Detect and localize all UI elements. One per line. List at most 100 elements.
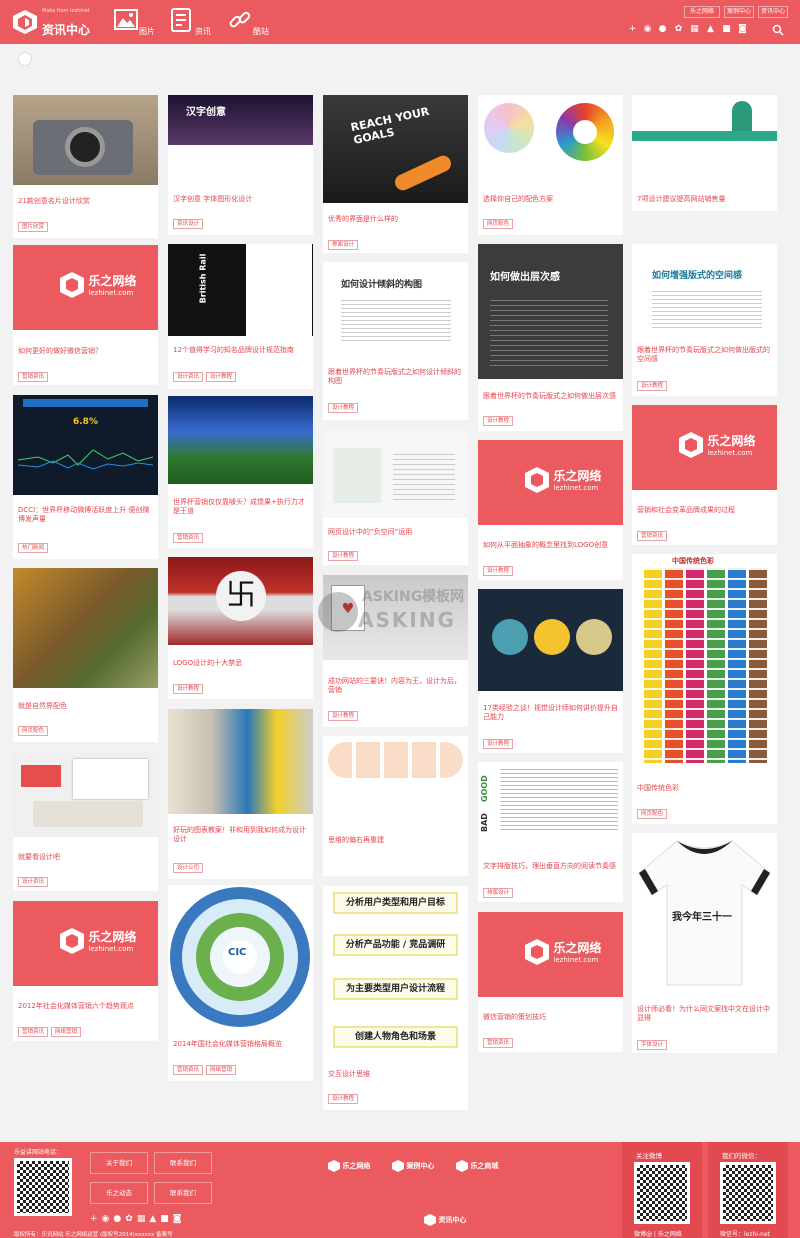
- card-tag[interactable]: 营销资讯: [637, 531, 668, 541]
- card-title[interactable]: 思维的偏右再重建: [328, 836, 464, 845]
- card-title[interactable]: 2012年社会化媒体营销六个趋势观点: [18, 1002, 154, 1011]
- card-title[interactable]: 微信营销的策划技巧: [483, 1013, 619, 1022]
- card-tag[interactable]: 设计资讯: [18, 877, 49, 887]
- card-tag[interactable]: 设计教程: [483, 739, 514, 749]
- card-title[interactable]: 17类经验之谈！视觉设计师如何讲价提升自己能力: [483, 704, 619, 722]
- card-tag[interactable]: 网页配色: [637, 809, 668, 819]
- card-title[interactable]: 设计师必看！为什么同文案找中文在设计中显得: [637, 1005, 773, 1023]
- card-14[interactable]: 乐之网络 lezhinet.com 如何从平面抽象的概念里找到LOGO创意 设计…: [478, 440, 623, 580]
- card-title[interactable]: 营销和社会变革品牌成果的过程: [637, 506, 773, 515]
- nav-sites[interactable]: 酷站: [228, 6, 276, 38]
- search-icon[interactable]: [772, 24, 784, 36]
- card-title[interactable]: 文字排版技巧，理出垂直方向的阅读节奏感: [483, 862, 619, 871]
- footer-link-about[interactable]: 关于我们: [90, 1152, 148, 1174]
- card-1[interactable]: 21款创意名片设计欣赏 图片欣赏: [13, 95, 158, 238]
- card-title[interactable]: 网页设计中的“负空间”运用: [328, 528, 464, 537]
- nav-news[interactable]: 资讯: [170, 6, 218, 38]
- card-title[interactable]: DCCI：世界杯移动微博活跃度上升 便创微博发声量: [18, 506, 154, 524]
- card-tag[interactable]: 设计教程: [173, 684, 204, 694]
- triangle-icon[interactable]: ▲: [149, 1214, 160, 1224]
- card-title[interactable]: 7项设计建议提高网站销售量: [637, 195, 773, 204]
- card-tag[interactable]: 字体设计: [637, 1040, 668, 1050]
- card-tag[interactable]: 网页配色: [483, 219, 514, 229]
- card-3[interactable]: REACH YOUR GOALS 优秀的界面是什么样的 界面设计: [323, 95, 468, 253]
- card-12[interactable]: 世界杯营销仅仅靠噱头？成馈果+执行力才是王道 营销资讯: [168, 396, 313, 548]
- grid-toggle-icon[interactable]: [18, 52, 32, 66]
- footer-brand-center[interactable]: 资讯中心: [424, 1214, 466, 1226]
- grid-icon[interactable]: ▦: [689, 24, 700, 35]
- card-19[interactable]: 17类经验之谈！视觉设计师如何讲价提升自己能力 设计教程: [478, 589, 623, 753]
- flower-icon[interactable]: ✿: [125, 1214, 137, 1224]
- card-title[interactable]: 12个值得学习的知名品牌设计规范指南: [173, 346, 309, 355]
- card-title[interactable]: 2014年国社会化媒体营销格局概览: [173, 1040, 309, 1049]
- card-tag[interactable]: 营销资讯: [173, 1065, 204, 1075]
- weibo-panel-title[interactable]: 关注微博: [636, 1150, 662, 1160]
- card-6[interactable]: 乐之网络 lezhinet.com 如何更好的做好微信营销？ 营销资讯: [13, 245, 158, 385]
- site-logo[interactable]: Make from lezhinet 资讯中心: [12, 7, 102, 39]
- weibo-icon[interactable]: ◉: [102, 1214, 114, 1224]
- card-tag[interactable]: 排版设计: [483, 888, 514, 898]
- top-link-news[interactable]: 资讯中心: [758, 6, 788, 18]
- wechat-icon[interactable]: ●: [657, 24, 668, 35]
- weibo-icon[interactable]: ◉: [642, 24, 653, 35]
- square-icon[interactable]: ■: [721, 24, 732, 35]
- card-title[interactable]: LOGO设计的十大禁忌: [173, 659, 309, 668]
- card-tag[interactable]: 网络营销: [51, 1027, 82, 1037]
- card-title[interactable]: 好玩的图表教案！非和用到我如何成为设计设计: [173, 826, 309, 844]
- card-tag[interactable]: 营销资讯: [18, 372, 49, 382]
- card-13[interactable]: 网页设计中的“负空间”运用 设计教程: [323, 430, 468, 565]
- card-title[interactable]: 世界杯营销仅仅靠噱头？成馈果+执行力才是王道: [173, 498, 309, 516]
- flower-icon[interactable]: ✿: [673, 24, 684, 35]
- top-link-lezhi[interactable]: 乐之网络: [684, 6, 720, 18]
- card-tag[interactable]: 设计教程: [483, 566, 514, 576]
- card-tag[interactable]: 资讯设计: [173, 219, 204, 229]
- card-26[interactable]: 乐之网络 lezhinet.com 2012年社会化媒体营销六个趋势观点 营销资…: [13, 901, 158, 1041]
- card-title[interactable]: 选择你自己的配色方案: [483, 195, 619, 204]
- card-tag[interactable]: 营销资讯: [483, 1038, 514, 1048]
- grid-icon[interactable]: ▦: [137, 1214, 150, 1224]
- card-title[interactable]: 如何更好的做好微信营销？: [18, 347, 154, 356]
- nav-images[interactable]: 图片: [114, 6, 162, 38]
- card-title[interactable]: 优秀的界面是什么样的: [328, 215, 464, 224]
- card-24[interactable]: GOOD BAD 文字排版技巧，理出垂直方向的阅读节奏感 排版设计: [478, 762, 623, 902]
- card-tag[interactable]: 设计教程: [206, 372, 237, 382]
- card-28[interactable]: 分析用户类型和用户目标 分析产品功能 / 竞品调研 为主要类型用户设计流程 创建…: [323, 886, 468, 1110]
- plus-icon[interactable]: +: [90, 1214, 102, 1224]
- card-tag[interactable]: 热门新闻: [18, 543, 49, 553]
- card-10[interactable]: 如何增强版式的空间感 跟着世界杯的节奏玩版式之如何做出版式的空间感 设计教程: [632, 244, 777, 396]
- card-tag[interactable]: 设计教程: [328, 1094, 359, 1104]
- card-title[interactable]: 21款创意名片设计欣赏: [18, 197, 154, 206]
- card-title[interactable]: 交互设计思维: [328, 1070, 464, 1079]
- card-title[interactable]: 汉字创意 字体图形化设计: [173, 195, 309, 204]
- card-title[interactable]: 就是自然界配色: [18, 702, 154, 711]
- card-title[interactable]: 跟着世界杯的节奏玩版式之如何设计倾斜的构图: [328, 368, 464, 386]
- card-18[interactable]: ♥ 成功网站的三要诀！内容为王，设计为后，营销 设计教程: [323, 575, 468, 727]
- card-tag[interactable]: 设计教程: [328, 551, 359, 561]
- card-22[interactable]: 好玩的图表教案！非和用到我如何成为设计设计 设计公司: [168, 709, 313, 879]
- footer-link-contact[interactable]: 联系我们: [154, 1152, 212, 1174]
- card-tag[interactable]: 图片欣赏: [18, 222, 49, 232]
- card-9[interactable]: 如何做出层次感 跟着世界杯的节奏玩版式之如何做出层次感 设计教程: [478, 244, 623, 431]
- footer-brand-cases[interactable]: 案例中心: [392, 1160, 434, 1172]
- card-5[interactable]: 7项设计建议提高网站销售量: [632, 95, 777, 211]
- card-tag[interactable]: 界面设计: [328, 240, 359, 250]
- footer-link-news[interactable]: 乐之动态: [90, 1182, 148, 1204]
- card-title[interactable]: 跟着世界杯的节奏玩版式之如何做出层次感: [483, 392, 619, 401]
- card-20[interactable]: 中国传统色彩 中国传统色彩 网页配色: [632, 554, 777, 824]
- card-tag[interactable]: 设计教程: [328, 403, 359, 413]
- card-tag[interactable]: 营销资讯: [173, 533, 204, 543]
- card-25[interactable]: 我今年三十一 设计师必看！为什么同文案找中文在设计中显得 字体设计: [632, 833, 777, 1053]
- card-21[interactable]: 就要看设计吧 设计资讯: [13, 751, 158, 891]
- card-title[interactable]: 如何从平面抽象的概念里找到LOGO创意: [483, 541, 619, 550]
- card-tag[interactable]: 设计教程: [637, 381, 668, 391]
- footer-brand-shop[interactable]: 乐之商城: [456, 1160, 498, 1172]
- card-27[interactable]: CIC 2014年国社会化媒体营销格局概览 营销资讯 网络营销: [168, 885, 313, 1081]
- card-tag[interactable]: 网页配色: [18, 726, 49, 736]
- wechat-panel-title[interactable]: 我们的微信：: [722, 1150, 761, 1160]
- footer-brand-lezhi[interactable]: 乐之网络: [328, 1160, 370, 1172]
- card-11[interactable]: 6.8% DCCI：世界杯移动微博活跃度上升 便创微博发声量 热门新闻: [13, 395, 158, 559]
- chat-icon[interactable]: ◙: [173, 1214, 186, 1224]
- card-title[interactable]: 跟着世界杯的节奏玩版式之如何做出版式的空间感: [637, 346, 773, 364]
- card-17[interactable]: 就是自然界配色 网页配色: [13, 568, 158, 742]
- chat-icon[interactable]: ◙: [737, 24, 748, 35]
